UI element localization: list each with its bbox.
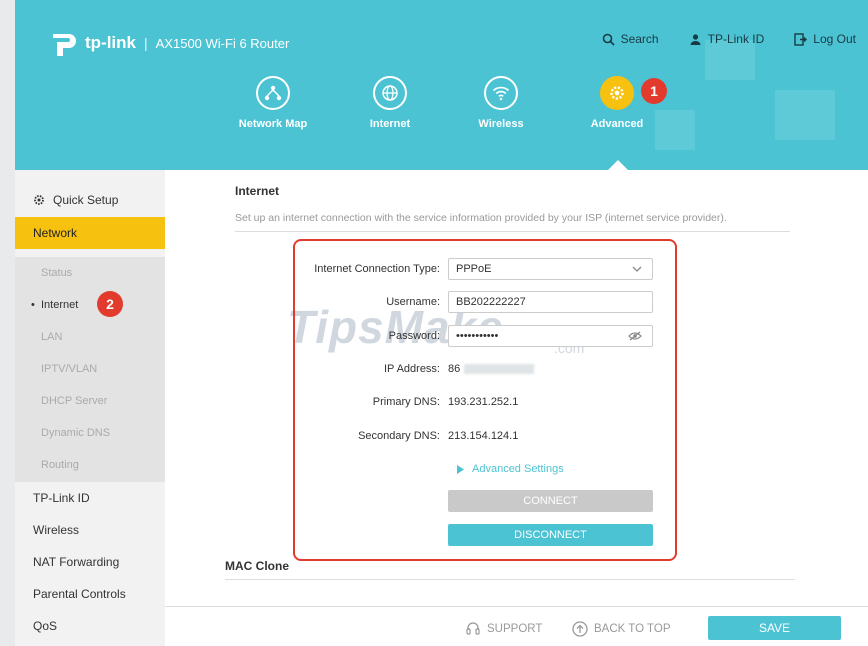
wifi-icon	[484, 76, 518, 110]
headset-icon	[466, 622, 480, 635]
callout-2: 2	[97, 291, 123, 317]
header-decoration	[705, 40, 755, 80]
quick-setup-gear-icon	[34, 195, 44, 205]
nav-wireless-label: Wireless	[478, 118, 524, 130]
sidebar-item-network[interactable]: Network	[15, 217, 165, 249]
sidebar-subitem-status[interactable]: Status	[41, 267, 72, 279]
network-map-icon	[256, 76, 290, 110]
sidebar-subitem-dynamic-dns[interactable]: Dynamic DNS	[41, 427, 110, 439]
tp-link-logo-icon	[47, 28, 81, 58]
sidebar: Quick Setup Network Status Internet LAN …	[15, 170, 165, 646]
nav-network-map-label: Network Map	[238, 118, 308, 130]
globe-icon	[373, 76, 407, 110]
save-button[interactable]: SAVE	[708, 616, 841, 640]
sidebar-subitem-routing[interactable]: Routing	[41, 459, 79, 471]
support-label: SUPPORT	[487, 623, 543, 635]
section-description: Set up an internet connection with the s…	[235, 212, 727, 224]
tplink-id-link[interactable]: TP-Link ID	[689, 32, 765, 46]
footer: SUPPORT BACK TO TOP SAVE	[165, 606, 868, 646]
router-model: AX1500 Wi-Fi 6 Router	[155, 35, 290, 51]
logout-label: Log Out	[813, 32, 856, 46]
sidebar-item-wireless[interactable]: Wireless	[15, 514, 165, 546]
tp-link-logo: tp-link | AX1500 Wi-Fi 6 Router	[47, 28, 289, 58]
brand-separator: |	[144, 35, 148, 51]
sidebar-item-parental-controls[interactable]: Parental Controls	[15, 578, 165, 610]
callout-1: 1	[641, 78, 667, 104]
mac-clone-divider	[225, 579, 795, 580]
sidebar-item-tplink-id[interactable]: TP-Link ID	[15, 482, 165, 514]
sidebar-item-quick-setup-label: Quick Setup	[53, 193, 119, 207]
sidebar-item-qos[interactable]: QoS	[15, 610, 165, 642]
search-link[interactable]: Search	[602, 32, 659, 46]
support-link[interactable]: SUPPORT	[465, 621, 542, 637]
logout-link[interactable]: Log Out	[794, 32, 856, 46]
sidebar-subitem-iptv-vlan[interactable]: IPTV/VLAN	[41, 363, 97, 375]
router-admin-page: tp-link | AX1500 Wi-Fi 6 Router Search T…	[0, 0, 868, 646]
main-nav: Network Map Internet Wireless Advanced 1	[15, 76, 868, 156]
nav-advanced-label: Advanced	[590, 118, 644, 130]
nav-network-map[interactable]: Network Map	[228, 76, 318, 130]
nav-internet-label: Internet	[369, 118, 411, 130]
brand-name: tp-link	[85, 33, 136, 52]
nav-internet[interactable]: Internet	[345, 76, 435, 130]
section-title: Internet	[235, 184, 280, 198]
sidebar-subitem-lan[interactable]: LAN	[41, 331, 62, 343]
mac-clone-title: MAC Clone	[225, 559, 289, 573]
back-to-top-link[interactable]: BACK TO TOP	[572, 621, 671, 637]
arrow-up-circle-icon	[572, 621, 588, 637]
logout-icon	[794, 32, 808, 46]
search-label: Search	[620, 32, 659, 46]
search-icon	[602, 33, 615, 46]
nav-wireless[interactable]: Wireless	[456, 76, 546, 130]
sidebar-network-submenu: Status Internet LAN IPTV/VLAN DHCP Serve…	[15, 257, 165, 482]
sidebar-item-quick-setup[interactable]: Quick Setup	[33, 193, 118, 207]
gear-icon	[600, 76, 634, 110]
sidebar-subitem-internet[interactable]: Internet	[31, 299, 78, 311]
back-to-top-label: BACK TO TOP	[594, 623, 671, 635]
user-icon	[690, 33, 701, 45]
tplink-id-label: TP-Link ID	[707, 32, 765, 46]
highlight-box	[293, 239, 677, 561]
top-links: Search TP-Link ID Log Out	[602, 32, 868, 46]
sidebar-item-nat-forwarding[interactable]: NAT Forwarding	[15, 546, 165, 578]
header: tp-link | AX1500 Wi-Fi 6 Router Search T…	[15, 0, 868, 170]
sidebar-subitem-dhcp-server[interactable]: DHCP Server	[41, 395, 107, 407]
section-divider	[235, 231, 790, 232]
